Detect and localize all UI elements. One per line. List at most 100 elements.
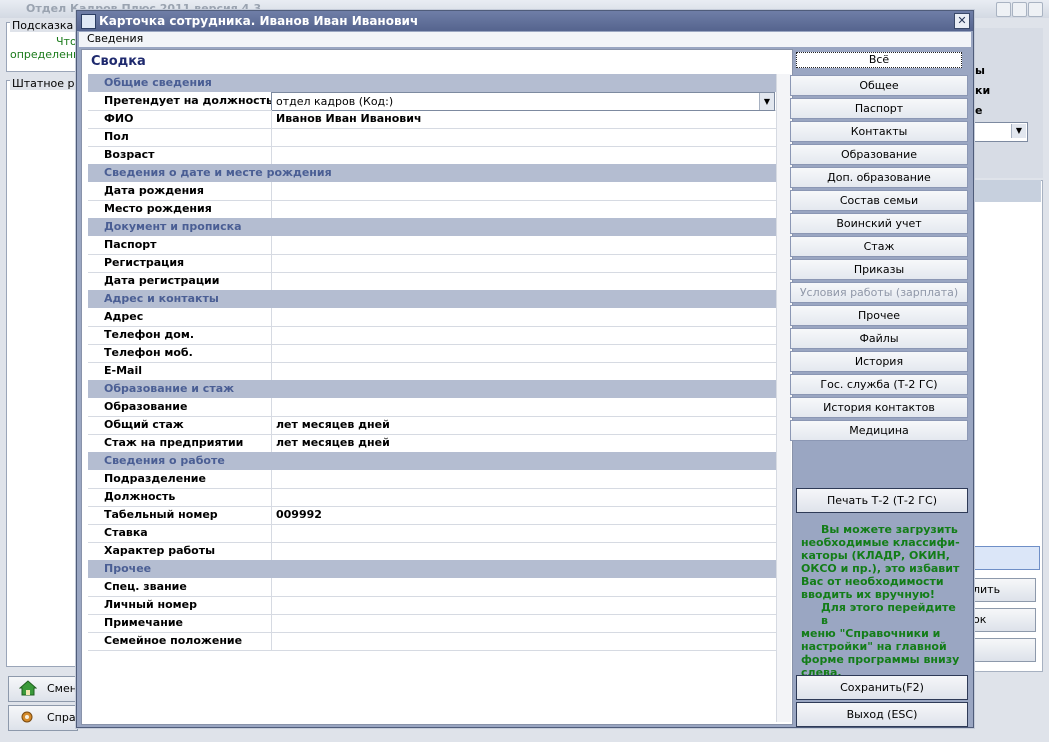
form-row: Ставка — [88, 524, 776, 543]
print-t2-button[interactable]: Печать Т-2 (Т-2 ГС) — [796, 488, 968, 513]
close-icon[interactable] — [1028, 2, 1043, 17]
field-value-cell[interactable] — [271, 524, 777, 542]
field-value-cell[interactable] — [271, 362, 777, 380]
field-label: Образование — [104, 400, 188, 413]
field-value-cell[interactable]: Иванов Иван Иванович — [271, 110, 777, 128]
info-line: Вы можете загрузить — [821, 523, 958, 536]
nav-item[interactable]: История контактов — [790, 397, 968, 418]
form-row: ФИО Иванов Иван Иванович — [88, 110, 776, 129]
form-row: Телефон дом. — [88, 326, 776, 345]
field-value-cell[interactable] — [271, 344, 777, 362]
filter-label: ки — [975, 84, 991, 97]
field-label: Примечание — [104, 616, 183, 629]
form-row: Общий стаж лет месяцев дней — [88, 416, 776, 435]
field-label: Табельный номер — [104, 508, 218, 521]
form-row: Спец. звание — [88, 578, 776, 597]
field-label: Дата регистрации — [104, 274, 220, 287]
filter-label: ы — [975, 64, 985, 77]
section-header: Прочее — [88, 560, 776, 578]
nav-item[interactable]: Гос. служба (Т-2 ГС) — [790, 374, 968, 395]
nav-item[interactable]: Образование — [790, 144, 968, 165]
summary-panel: Сводка Общие сведения Претендует на должн… — [81, 49, 793, 725]
field-label: Паспорт — [104, 238, 157, 251]
ok-button[interactable]: ок — [968, 608, 1036, 632]
staff-tree-panel[interactable] — [6, 80, 78, 667]
field-value-cell[interactable]: лет месяцев дней — [271, 416, 777, 434]
delete-button[interactable]: лить — [968, 578, 1036, 602]
field-value-cell[interactable] — [271, 488, 777, 506]
selected-grid-row[interactable] — [968, 546, 1040, 570]
field-value-cell[interactable] — [271, 398, 777, 416]
field-value-cell[interactable] — [271, 128, 777, 146]
nav-item[interactable]: Всё — [796, 52, 962, 68]
form-row: Стаж на предприятии лет месяцев дней — [88, 434, 776, 453]
minimize-icon[interactable] — [996, 2, 1011, 17]
exit-button[interactable]: Выход (ESC) — [796, 702, 968, 727]
position-select-value: отдел кадров (Код:) — [276, 95, 394, 108]
maximize-icon[interactable] — [1012, 2, 1027, 17]
form-row: Дата регистрации — [88, 272, 776, 291]
field-value-cell[interactable] — [271, 614, 777, 632]
field-value-cell[interactable] — [271, 632, 777, 650]
field-value-cell[interactable]: лет месяцев дней — [271, 434, 777, 452]
section-header: Общие сведения — [88, 74, 776, 92]
info-line: меню "Справочники и — [801, 627, 941, 640]
nav-item[interactable]: Паспорт — [790, 98, 968, 119]
field-label: E-Mail — [104, 364, 142, 377]
field-value-cell[interactable] — [271, 254, 777, 272]
nav-item[interactable]: Прочее — [790, 305, 968, 326]
field-value: 009992 — [276, 508, 322, 521]
field-label: Личный номер — [104, 598, 197, 611]
nav-item[interactable]: Приказы — [790, 259, 968, 280]
nav-item[interactable]: Контакты — [790, 121, 968, 142]
field-value-cell[interactable] — [271, 182, 777, 200]
field-value-cell[interactable] — [271, 326, 777, 344]
form-row: Характер работы — [88, 542, 776, 561]
field-label: Дата рождения — [104, 184, 204, 197]
field-value-cell[interactable] — [271, 272, 777, 290]
employee-card-dialog: Карточка сотрудника. Иванов Иван Иванови… — [76, 10, 974, 728]
filter-select[interactable]: ▼ — [968, 122, 1028, 142]
field-value-cell[interactable] — [271, 596, 777, 614]
field-label: Должность — [104, 490, 176, 503]
section-header: Образование и стаж — [88, 380, 776, 398]
close-icon[interactable]: ✕ — [954, 13, 970, 29]
info-line: вводить их вручную! — [801, 588, 935, 601]
form-row: Образование — [88, 398, 776, 417]
field-value-cell[interactable]: 009992 — [271, 506, 777, 524]
nav-item[interactable]: Медицина — [790, 420, 968, 441]
form-row: Семейное положение — [88, 632, 776, 651]
info-message: Вы можете загрузить необходимые классифи-… — [801, 523, 966, 679]
field-value-cell[interactable] — [271, 146, 777, 164]
field-value-cell[interactable] — [271, 470, 777, 488]
save-button[interactable]: Сохранить(F2) — [796, 675, 968, 700]
dialog-titlebar[interactable]: Карточка сотрудника. Иванов Иван Иванови… — [77, 11, 973, 31]
vertical-scrollbar[interactable] — [776, 74, 791, 722]
field-value-cell[interactable] — [271, 542, 777, 560]
reference-button[interactable]: Справоч — [8, 705, 95, 731]
hint-legend: Подсказка — [10, 19, 76, 32]
filter-panel-background — [968, 28, 1043, 178]
nav-item[interactable]: Стаж — [790, 236, 968, 257]
change-button[interactable]: Смен — [8, 676, 78, 702]
field-value-cell[interactable] — [271, 200, 777, 218]
info-line: Вас от необходимости — [801, 575, 944, 588]
field-label: Пол — [104, 130, 129, 143]
field-value: лет месяцев дней — [276, 436, 390, 449]
position-select[interactable]: отдел кадров (Код:) ▼ — [271, 92, 775, 111]
field-label: Спец. звание — [104, 580, 187, 593]
chevron-down-icon[interactable]: ▼ — [759, 93, 774, 110]
field-value-cell[interactable] — [271, 236, 777, 254]
nav-item[interactable]: Файлы — [790, 328, 968, 349]
nav-item[interactable]: Воинский учет — [790, 213, 968, 234]
field-value-cell[interactable] — [271, 308, 777, 326]
field-label: Подразделение — [104, 472, 206, 485]
nav-item[interactable]: Общее — [790, 75, 968, 96]
nav-item[interactable]: Состав семьи — [790, 190, 968, 211]
extra-button[interactable] — [968, 638, 1036, 662]
nav-item[interactable]: Доп. образование — [790, 167, 968, 188]
field-value-cell[interactable] — [271, 578, 777, 596]
menu-item-info[interactable]: Сведения — [87, 32, 143, 45]
nav-item[interactable]: История — [790, 351, 968, 372]
section-header: Сведения о работе — [88, 452, 776, 470]
